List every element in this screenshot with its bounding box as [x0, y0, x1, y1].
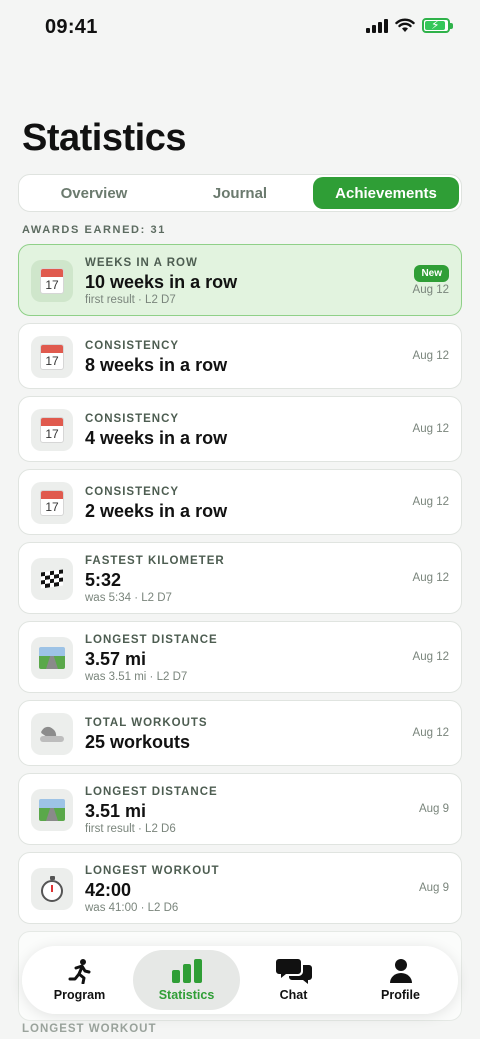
achievement-category: TOTAL WORKOUTS — [85, 717, 208, 729]
shoe-icon — [31, 713, 73, 755]
achievement-category: CONSISTENCY — [85, 340, 180, 352]
tab-label: Profile — [381, 988, 420, 1002]
tab-journal[interactable]: Journal — [167, 177, 313, 209]
achievement-value: 8 weeks in a row — [85, 355, 228, 375]
achievement-category: FASTEST KILOMETER — [85, 555, 225, 567]
achievement-value: 42:00 — [85, 880, 132, 900]
stopwatch-icon — [31, 868, 73, 910]
awards-earned-label: AWARDS EARNED: 31 — [22, 224, 166, 236]
tab-program[interactable]: Program — [26, 950, 133, 1010]
achievement-date: Aug 12 — [412, 496, 449, 508]
achievement-date: Aug 12 — [412, 423, 449, 435]
achievement-category: CONSISTENCY — [85, 413, 180, 425]
wifi-icon — [395, 18, 415, 32]
achievement-detail: was 41:00 · L2 D6 — [85, 902, 179, 914]
achievement-card[interactable]: 17 CONSISTENCY 4 weeks in a row Aug 12 — [18, 396, 462, 462]
tab-achievements[interactable]: Achievements — [313, 177, 459, 209]
achievement-date: Aug 9 — [418, 882, 449, 894]
page-title: Statistics — [22, 117, 186, 159]
tab-overview[interactable]: Overview — [21, 177, 167, 209]
person-icon — [389, 958, 413, 984]
achievement-card[interactable]: LONGEST WORKOUT 42:00 was 41:00 · L2 D6 … — [18, 852, 462, 924]
achievement-card[interactable]: FASTEST KILOMETER 5:32 was 5:34 · L2 D7 … — [18, 542, 462, 614]
status-bar: 09:41 ⚡ — [0, 0, 480, 56]
tab-label: Statistics — [158, 988, 215, 1002]
achievement-detail: was 3.51 mi · L2 D7 — [85, 671, 188, 683]
checkered-flag-icon — [31, 558, 73, 600]
road-icon — [31, 789, 73, 831]
achievement-value: 3.57 mi — [85, 649, 147, 669]
tab-statistics[interactable]: Statistics — [133, 950, 240, 1010]
achievement-value: 2 weeks in a row — [85, 501, 228, 521]
achievement-category: LONGEST WORKOUT — [85, 865, 220, 877]
achievement-category: LONGEST DISTANCE — [85, 786, 218, 798]
achievement-value: 4 weeks in a row — [85, 428, 228, 448]
achievement-value: 25 workouts — [85, 732, 191, 752]
achievement-card[interactable]: TOTAL WORKOUTS 25 workouts Aug 12 — [18, 700, 462, 766]
chat-bubbles-icon — [275, 958, 312, 984]
achievement-date: Aug 9 — [418, 803, 449, 815]
achievement-date: Aug 12 — [412, 727, 449, 739]
achievement-category: CONSISTENCY — [85, 486, 180, 498]
achievement-category: LONGEST DISTANCE — [85, 634, 218, 646]
calendar-icon: 17 — [31, 482, 73, 524]
achievement-card[interactable]: LONGEST DISTANCE 3.57 mi was 3.51 mi · L… — [18, 621, 462, 693]
achievement-category-partial: LONGEST WORKOUT — [22, 1023, 157, 1035]
achievement-category: WEEKS IN A ROW — [85, 257, 198, 269]
achievement-card[interactable]: 17 CONSISTENCY 2 weeks in a row Aug 12 — [18, 469, 462, 535]
status-time: 09:41 — [45, 16, 98, 38]
calendar-icon: 17 — [31, 336, 73, 378]
status-icons: ⚡ — [366, 18, 453, 33]
battery-icon: ⚡ — [422, 18, 453, 33]
tab-label: Chat — [279, 988, 308, 1002]
bar-chart-icon — [171, 958, 202, 984]
achievement-date: Aug 12 — [412, 651, 449, 663]
achievement-card[interactable]: 17 WEEKS IN A ROW 10 weeks in a row firs… — [18, 244, 462, 316]
achievement-card[interactable]: 17 CONSISTENCY 8 weeks in a row Aug 12 — [18, 323, 462, 389]
calendar-icon: 17 — [31, 409, 73, 451]
achievement-date: Aug 12 — [412, 284, 449, 296]
achievement-value: 3.51 mi — [85, 801, 147, 821]
achievement-detail: was 5:34 · L2 D7 — [85, 592, 172, 604]
bottom-tab-bar: Program Statistics Chat Profile — [22, 946, 458, 1014]
calendar-icon: 17 — [31, 260, 73, 302]
achievement-date: Aug 12 — [412, 572, 449, 584]
segmented-control: Overview Journal Achievements — [18, 174, 462, 212]
running-person-icon — [67, 958, 93, 984]
achievement-value: 5:32 — [85, 570, 122, 590]
tab-profile[interactable]: Profile — [347, 950, 454, 1010]
cellular-signal-icon — [366, 18, 388, 33]
achievement-card[interactable]: LONGEST DISTANCE 3.51 mi first result · … — [18, 773, 462, 845]
tab-label: Program — [53, 988, 106, 1002]
achievement-detail: first result · L2 D7 — [85, 294, 176, 306]
achievement-value: 10 weeks in a row — [85, 272, 238, 292]
achievement-date: Aug 12 — [412, 350, 449, 362]
road-icon — [31, 637, 73, 679]
achievement-detail: first result · L2 D6 — [85, 823, 176, 835]
tab-chat[interactable]: Chat — [240, 950, 347, 1010]
new-badge: New — [414, 265, 449, 282]
